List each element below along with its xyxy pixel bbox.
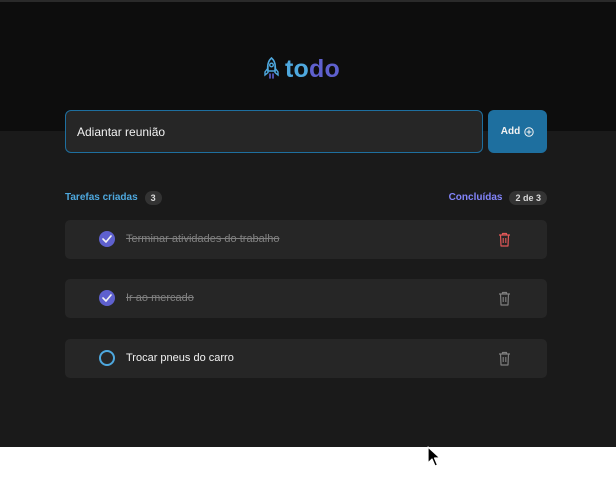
new-task-input[interactable] [65,110,483,153]
task-checkbox-checked[interactable] [99,231,115,247]
rocket-icon [264,57,279,79]
trash-icon[interactable] [498,291,511,306]
check-icon [102,235,112,243]
trash-icon[interactable] [498,351,511,366]
created-summary: Tarefas criadas 3 [65,190,162,205]
mouse-pointer-icon [427,446,441,467]
logo-text-suffix: do [309,54,340,83]
task-checkbox-unchecked[interactable] [99,350,115,366]
new-task-form: Add [65,110,547,153]
add-task-button[interactable]: Add [488,110,547,153]
trash-icon[interactable] [498,232,511,247]
plus-circle-icon [524,126,534,137]
done-summary: Concluídas 2 de 3 [448,190,547,205]
task-text: Ir ao mercado [126,292,194,304]
created-tasks-label: Tarefas criadas [65,192,138,203]
task-item: Terminar atividades do trabalho [65,220,547,259]
task-item: Trocar pneus do carro [65,339,547,378]
task-summary: Tarefas criadas 3 Concluídas 2 de 3 [65,190,547,205]
logo-text: todo [285,55,340,84]
logo-text-prefix: to [285,54,309,83]
created-count-badge: 3 [144,190,162,205]
add-button-label: Add [500,126,521,137]
app-logo: todo [263,54,340,84]
done-tasks-label: Concluídas [448,192,503,203]
check-icon [102,294,112,302]
task-item: Ir ao mercado [65,279,547,318]
done-count-badge: 2 de 3 [509,190,547,205]
todo-app: todo Add Tarefas criadas 3 Concluídas 2 … [0,0,616,447]
task-text: Trocar pneus do carro [126,352,234,364]
task-text: Terminar atividades do trabalho [126,233,280,245]
task-checkbox-checked[interactable] [99,290,115,306]
